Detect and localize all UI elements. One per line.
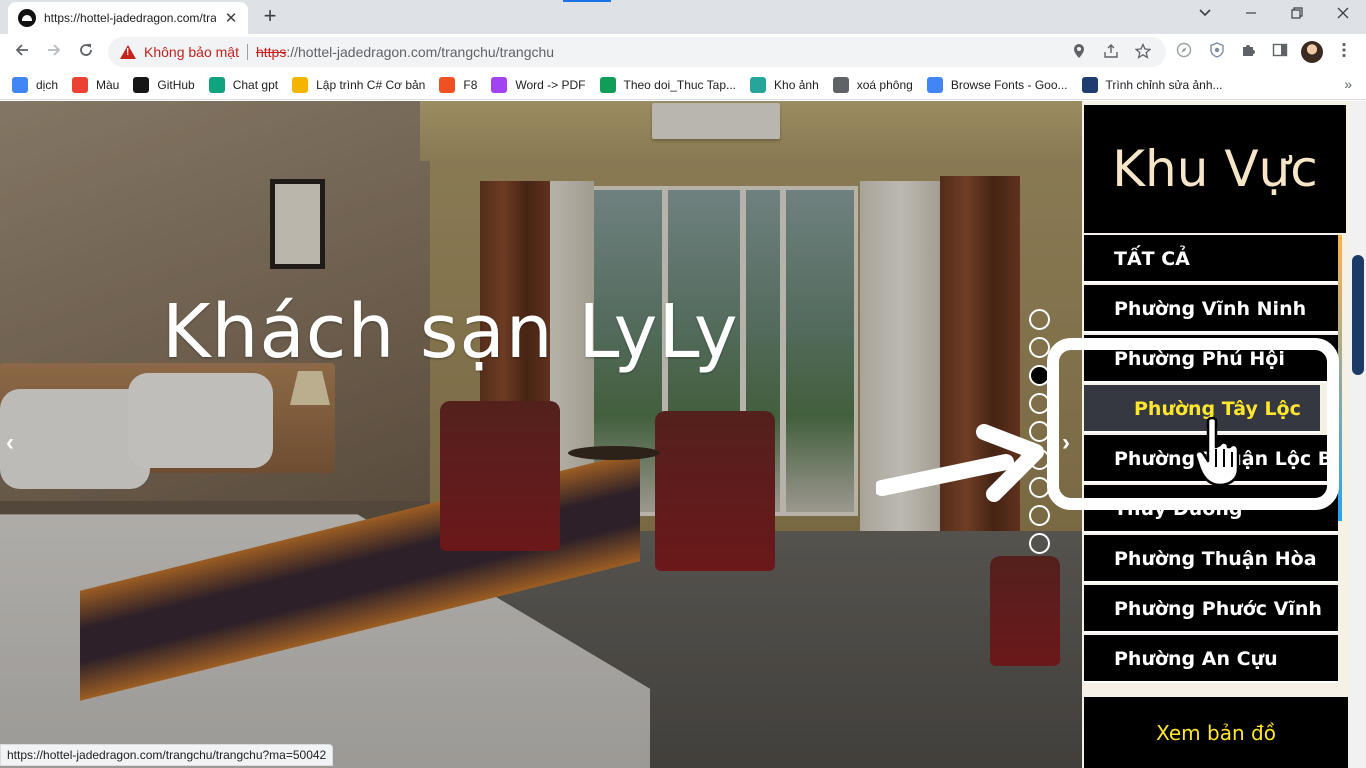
site-favicon-icon xyxy=(18,9,36,27)
side-panel-icon[interactable] xyxy=(1270,42,1290,62)
slider-dot[interactable] xyxy=(1029,309,1050,330)
url-protocol: https xyxy=(255,44,287,60)
minimize-icon[interactable] xyxy=(1228,0,1274,30)
bookmark-item[interactable]: Lập trình C# Cơ bản xyxy=(292,76,426,93)
f8-icon xyxy=(439,76,456,93)
photo-editor-icon xyxy=(1081,76,1098,93)
bookmark-item[interactable]: dịch xyxy=(12,76,59,93)
new-tab-button[interactable]: + xyxy=(256,4,284,30)
security-status[interactable]: Không bảo mật xyxy=(144,44,239,60)
reload-icon[interactable] xyxy=(72,38,100,66)
compass-extension-icon[interactable] xyxy=(1174,42,1194,62)
tab-close-icon[interactable]: ✕ xyxy=(222,9,240,27)
page-content: Khách sạn LyLy ‹ › Khu Vực TẤT CẢ Phường … xyxy=(0,101,1366,768)
divider xyxy=(246,44,248,60)
bookmarks-more-icon[interactable]: » xyxy=(1344,76,1352,92)
sidebar-heading: Khu Vực xyxy=(1084,105,1346,233)
bookmark-label: GitHub xyxy=(157,77,195,92)
back-icon[interactable] xyxy=(8,38,36,66)
bookmark-item[interactable]: F8 xyxy=(439,76,478,93)
bookmarks-bar: dịch Màu GitHub Chat gpt Lập trình C# Cơ bản… xyxy=(0,70,1366,100)
bookmark-label: Màu xyxy=(96,77,120,92)
bookmark-label: dịch xyxy=(36,77,59,92)
sheets-icon xyxy=(599,76,616,93)
area-item[interactable]: Phường Phước Vĩnh xyxy=(1084,585,1338,633)
bookmark-label: Browse Fonts - Goo... xyxy=(950,77,1068,92)
bookmark-item[interactable]: Chat gpt xyxy=(208,76,279,93)
status-bar-url: https://hottel-jadedragon.com/trangchu/t… xyxy=(0,744,334,766)
area-item[interactable]: Phường Thuận Hòa xyxy=(1084,535,1338,583)
hand-cursor-icon xyxy=(1194,417,1240,487)
bookmark-item[interactable]: GitHub xyxy=(133,76,195,93)
bookmark-label: Trình chỉnh sửa ảnh... xyxy=(1105,77,1223,92)
page-scrollbar[interactable] xyxy=(1350,101,1366,768)
color-palette-icon xyxy=(72,76,89,93)
tab-title: https://hottel-jadedragon.com/trangchu/t… xyxy=(44,11,216,25)
bookmark-label: Chat gpt xyxy=(232,77,279,92)
bookmark-label: Lập trình C# Cơ bản xyxy=(316,77,426,92)
tab-active[interactable]: https://hottel-jadedragon.com/trangchu/t… xyxy=(8,2,248,34)
bookmark-item[interactable]: Theo doi_Thuc Tap... xyxy=(599,76,737,93)
bookmark-item[interactable]: xoá phông xyxy=(832,76,913,93)
profile-avatar[interactable] xyxy=(1301,41,1323,63)
menu-kebab-icon[interactable] xyxy=(1334,42,1354,62)
view-map-button[interactable]: Xem bản đồ xyxy=(1084,697,1348,768)
area-item[interactable]: TẤT CẢ xyxy=(1084,235,1338,283)
bookmark-star-icon[interactable] xyxy=(1134,42,1152,62)
address-bar[interactable]: Không bảo mật https ://hottel-jadedragon… xyxy=(108,37,1166,67)
chatgpt-icon xyxy=(208,76,225,93)
area-item[interactable]: Phường An Cựu xyxy=(1084,635,1338,683)
restore-icon[interactable] xyxy=(1274,0,1320,30)
warning-icon[interactable] xyxy=(120,45,136,59)
sidebar-heading-text: Khu Vực xyxy=(1112,140,1318,198)
bookmark-label: xoá phông xyxy=(856,77,913,92)
bookmark-label: F8 xyxy=(463,77,478,92)
area-item[interactable]: Phường Vĩnh Ninh xyxy=(1084,285,1338,333)
bookmark-item[interactable]: Browse Fonts - Goo... xyxy=(926,76,1068,93)
tab-search-chevron-icon[interactable] xyxy=(1182,0,1228,30)
close-window-icon[interactable] xyxy=(1320,0,1366,30)
github-icon xyxy=(133,76,150,93)
slider-dot[interactable] xyxy=(1029,533,1050,554)
background-remove-icon xyxy=(832,76,849,93)
word-pdf-icon xyxy=(491,76,508,93)
bookmark-label: Kho ảnh xyxy=(774,77,819,92)
bookmark-item[interactable]: Trình chỉnh sửa ảnh... xyxy=(1081,76,1223,93)
bookmark-item[interactable]: Màu xyxy=(72,76,120,93)
slider-prev-button[interactable]: ‹ xyxy=(6,429,14,457)
bookmark-label: Word -> PDF xyxy=(515,77,586,92)
tab-strip: https://hottel-jadedragon.com/trangchu/t… xyxy=(0,0,1366,34)
image-store-icon xyxy=(750,76,767,93)
url-text: ://hottel-jadedragon.com/trangchu/trangc… xyxy=(286,44,555,60)
code-icon xyxy=(292,76,309,93)
annotation-arrow-icon xyxy=(876,424,1044,502)
annotation-highlight-box xyxy=(1047,338,1339,510)
bookmark-label: Theo doi_Thuc Tap... xyxy=(623,77,737,92)
google-translate-icon xyxy=(12,76,28,93)
page-scrollbar-thumb[interactable] xyxy=(1352,255,1364,375)
bookmark-item[interactable]: Word -> PDF xyxy=(491,76,586,93)
bookmark-item[interactable]: Kho ảnh xyxy=(750,76,819,93)
location-pin-icon[interactable] xyxy=(1070,43,1088,62)
tab-search-indicator xyxy=(563,0,611,2)
share-icon[interactable] xyxy=(1102,43,1120,62)
google-fonts-icon xyxy=(926,76,943,93)
slider-dot[interactable] xyxy=(1029,505,1050,526)
browser-toolbar: Không bảo mật https ://hottel-jadedragon… xyxy=(0,34,1366,70)
forward-icon[interactable] xyxy=(40,38,68,66)
shield-extension-icon[interactable] xyxy=(1207,42,1227,62)
hero-title: Khách sạn LyLy xyxy=(162,289,739,375)
extensions-puzzle-icon[interactable] xyxy=(1238,42,1258,62)
